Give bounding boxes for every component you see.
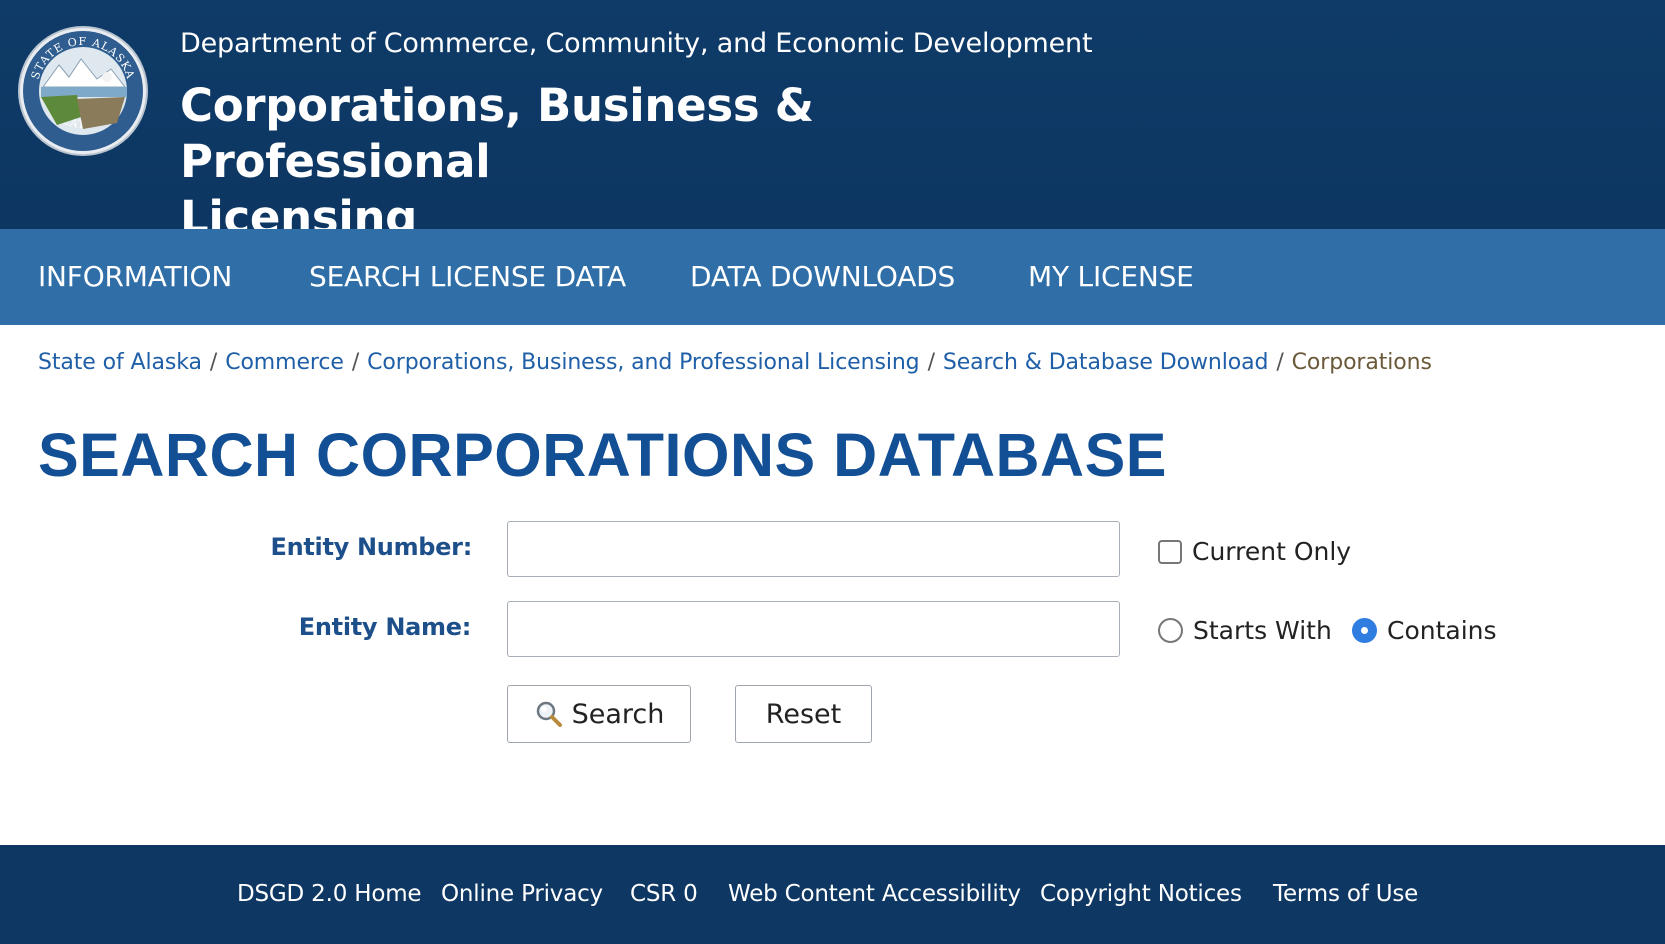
breadcrumb: State of Alaska / Commerce / Corporations, B…: [38, 350, 1432, 375]
site-header: STATE OF ALASKA GREAT SEAL Department of…: [0, 0, 1665, 244]
page-title: SEARCH CORPORATIONS DATABASE: [38, 421, 1167, 489]
nav-item-information[interactable]: INFORMATION: [38, 229, 232, 325]
reset-button[interactable]: Reset: [735, 685, 872, 743]
radio-circle[interactable]: [1158, 618, 1183, 643]
entity-number-input[interactable]: [507, 521, 1120, 577]
search-button-label: Search: [571, 698, 665, 730]
entity-name-label: Entity Name:: [298, 613, 472, 641]
entity-name-input[interactable]: [507, 601, 1120, 657]
footer-link-dsgd-home[interactable]: DSGD 2.0 Home: [237, 845, 422, 944]
nav-item-search-license-data[interactable]: SEARCH LICENSE DATA: [309, 229, 626, 325]
site-title: Corporations, Business & Professional Li…: [180, 78, 1080, 246]
breadcrumb-commerce[interactable]: Commerce: [225, 350, 344, 375]
department-name: Department of Commerce, Community, and E…: [180, 28, 1093, 59]
radio-circle-selected[interactable]: [1352, 618, 1377, 643]
alaska-state-seal-logo[interactable]: STATE OF ALASKA GREAT SEAL: [17, 25, 149, 157]
breadcrumb-separator: /: [209, 350, 218, 375]
breadcrumb-separator: /: [927, 350, 935, 375]
footer-link-copyright-notices[interactable]: Copyright Notices: [1040, 845, 1242, 944]
current-only-checkbox[interactable]: Current Only: [1158, 537, 1351, 566]
footer-link-terms-of-use[interactable]: Terms of Use: [1273, 845, 1418, 944]
breadcrumb-separator: /: [1276, 350, 1284, 375]
breadcrumb-separator: /: [351, 350, 360, 375]
breadcrumb-current: Corporations: [1291, 350, 1432, 375]
breadcrumb-state-of-alaska[interactable]: State of Alaska: [38, 350, 202, 375]
entity-number-label: Entity Number:: [270, 533, 472, 561]
current-only-label: Current Only: [1192, 537, 1352, 566]
search-button[interactable]: Search: [507, 685, 691, 743]
site-footer: DSGD 2.0 Home Online Privacy CSR 0 Web C…: [0, 845, 1665, 944]
footer-link-web-content-accessibility[interactable]: Web Content Accessibility: [728, 845, 1021, 944]
reset-button-label: Reset: [765, 698, 842, 730]
magnifier-icon: [536, 701, 562, 727]
main-navigation: INFORMATION SEARCH LICENSE DATA DATA DOW…: [0, 229, 1665, 325]
breadcrumb-search-database-download[interactable]: Search & Database Download: [943, 350, 1269, 375]
nav-item-my-license[interactable]: MY LICENSE: [1028, 229, 1194, 325]
footer-link-csr[interactable]: CSR 0: [630, 845, 698, 944]
starts-with-radio[interactable]: Starts With: [1158, 616, 1332, 645]
breadcrumb-cbpl[interactable]: Corporations, Business, and Professional…: [367, 350, 920, 375]
contains-label: Contains: [1387, 616, 1497, 645]
footer-link-online-privacy[interactable]: Online Privacy: [441, 845, 603, 944]
starts-with-label: Starts With: [1193, 616, 1332, 645]
checkbox-box[interactable]: [1158, 539, 1182, 564]
contains-radio[interactable]: Contains: [1352, 616, 1497, 645]
site-title-line-1: Corporations, Business & Professional: [180, 79, 814, 188]
nav-item-data-downloads[interactable]: DATA DOWNLOADS: [690, 229, 955, 325]
